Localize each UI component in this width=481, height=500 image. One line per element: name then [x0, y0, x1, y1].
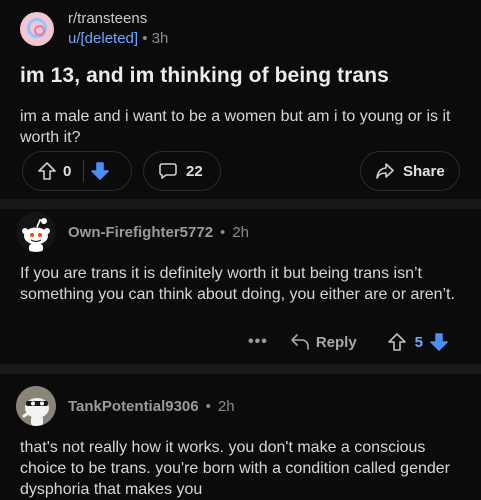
comment-age: 2h	[217, 397, 235, 415]
comment-body: that's not really how it works. you don'…	[20, 439, 450, 498]
comments-button[interactable]: 22	[143, 151, 221, 191]
post-title: im 13, and im thinking of being trans	[20, 64, 389, 87]
post-score: 0	[63, 162, 72, 180]
reply-button[interactable]: Reply	[290, 333, 357, 351]
post-author[interactable]: u/[deleted]	[68, 30, 138, 47]
post-age: 3h	[151, 30, 169, 47]
meta-separator: •	[142, 30, 148, 47]
downvote-icon[interactable]	[90, 161, 110, 181]
reply-icon	[290, 333, 310, 351]
more-options-button[interactable]: •••	[248, 333, 268, 351]
comment-actions: ••• Reply 5	[248, 329, 449, 355]
meta-separator: •	[205, 397, 211, 415]
share-label: Share	[403, 162, 445, 180]
comment-author[interactable]: TankPotential9306	[68, 398, 199, 415]
comment-icon	[158, 161, 178, 181]
avatar[interactable]	[16, 386, 56, 426]
comment-header: Own-Firefighter5772 • 2h	[16, 210, 249, 254]
section-divider	[0, 199, 481, 209]
avatar[interactable]	[16, 212, 56, 252]
post-body: im a male and i want to be a women but a…	[20, 108, 451, 146]
comment-author[interactable]: Own-Firefighter5772	[68, 224, 213, 241]
comment-score: 5	[414, 333, 424, 351]
reply-label: Reply	[315, 333, 357, 351]
share-icon	[375, 161, 395, 181]
subreddit-avatar[interactable]	[20, 12, 54, 46]
vote-pill: 0	[22, 151, 132, 191]
upvote-icon[interactable]	[387, 332, 407, 352]
comment-age: 2h	[232, 223, 249, 241]
share-button[interactable]: Share	[360, 151, 460, 191]
comment-vote: 5	[387, 332, 449, 352]
post-header: r/transteens u/[deleted] • 3h	[20, 9, 168, 49]
downvote-icon[interactable]	[429, 332, 449, 352]
meta-separator: •	[220, 223, 226, 241]
section-divider	[0, 364, 481, 374]
comment-count: 22	[186, 162, 203, 180]
upvote-icon[interactable]	[37, 161, 57, 181]
comment-header: TankPotential9306 • 2h	[16, 384, 235, 428]
post-meta: r/transteens u/[deleted] • 3h	[68, 9, 168, 49]
subreddit-name[interactable]: r/transteens	[68, 9, 168, 29]
vote-divider	[83, 160, 85, 182]
comment-body: If you are trans it is definitely worth …	[20, 265, 455, 303]
